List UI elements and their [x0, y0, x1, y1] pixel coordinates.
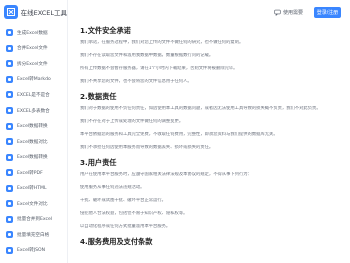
login-button[interactable]: 登录/注册 [314, 6, 341, 18]
paragraph: 以自动化程序或任何方式批量滥用本平台服务。 [80, 224, 171, 229]
sidebar-item[interactable]: 批量填充空白格 [0, 227, 67, 243]
sidebar-item[interactable]: Excel数据对比 [0, 134, 67, 150]
section-title: 3.用户责任 [80, 158, 117, 167]
paragraph: 使用服务从事任何违法违规活动。 [80, 185, 145, 190]
tool-icon [6, 122, 13, 130]
sidebar-menu: 生成Excel数据 合并Excel文件 拆分Excel文件 Excel转Mark… [0, 24, 67, 258]
sidebar-item[interactable]: Excel转PDF [0, 165, 67, 181]
sidebar-item[interactable]: 合并Excel文件 [0, 41, 67, 57]
sidebar-item-label: 拆分Excel文件 [17, 61, 48, 67]
tool-icon [6, 246, 13, 254]
paragraph: 本平台依据您的服务和工具完全免费，不收取任何费用，完整性，即须您资料与我们提供的… [80, 132, 278, 137]
tool-icon [6, 153, 13, 161]
sidebar-item-label: 生成Excel数据 [17, 30, 48, 36]
tool-icon [6, 184, 13, 192]
sidebar-item-label: Excel文件对比 [17, 201, 48, 207]
paragraph: 所有上传数据不会暂存服务器，请在1个小时内下载结果，否则文件将被删除完毕。 [80, 66, 238, 71]
tool-icon [6, 231, 13, 239]
section-data-responsibility: 2.数据责任 我们对于数据的使用不负任何责任，如因使用本工具的数据问题，或者因无… [80, 92, 340, 151]
sidebar-item[interactable]: Excel数据转换 [0, 149, 67, 165]
tool-icon [6, 200, 13, 208]
brand-name: 在线EXCEL工具 [20, 9, 67, 17]
section-title: 4.服务费用及支付条款 [80, 237, 153, 246]
excel-logo-icon [4, 5, 18, 19]
sidebar-item-label: Excel转JSON [17, 248, 46, 254]
sidebar-item-label: 批量填充空白格 [17, 232, 50, 238]
paragraph: 我们承诺，在服务过程中，我们对您上传的文件不做任何的研究，也不做任何的复制。 [80, 40, 244, 45]
sidebar-item[interactable]: Excel转Markdo [0, 72, 67, 88]
paragraph: 我们不承担任何因使用本服务而导致的数据丢失、损坏或损失的责任。 [80, 145, 214, 150]
feedback-label: 使用需要 [282, 9, 303, 16]
sidebar-item[interactable]: EXCEL多表数合 [0, 103, 67, 119]
sidebar-item-label: Excel转Markdo [17, 77, 51, 83]
tool-icon [6, 44, 13, 52]
sidebar-item[interactable]: Excel数据转换 [0, 118, 67, 134]
tool-icon [6, 60, 13, 68]
agreement-content: 1.文件安全承诺 我们承诺，在服务过程中，我们对您上传的文件不做任何的研究，也不… [80, 24, 340, 263]
chat-icon [274, 9, 281, 16]
paragraph: 侵犯他人合法权益，包括但不限于知识产权、隐私权等。 [80, 211, 188, 216]
sidebar-item[interactable]: Excel文件对比 [0, 196, 67, 212]
paragraph: 我们不存在读取您文件和滥用我数据中数据，数量根据数行问的记载。 [80, 53, 214, 58]
sidebar: 在线EXCEL工具 生成Excel数据 合并Excel文件 拆分Excel文件 … [0, 0, 68, 263]
sidebar-item[interactable]: 批量合并到Excel [0, 212, 67, 228]
section-title: 2.数据责任 [80, 92, 117, 101]
section-user-responsibility: 3.用户责任 用户在使用本平台服务时，应遵守国家相关法律法规及本协议的规定，不得… [80, 158, 340, 230]
sidebar-item-label: Excel转PDF [17, 170, 43, 176]
tool-icon [6, 29, 13, 37]
section-file-security: 1.文件安全承诺 我们承诺，在服务过程中，我们对您上传的文件不做任何的研究，也不… [80, 26, 340, 85]
sidebar-item-label: Excel数据转换 [17, 155, 48, 161]
tool-icon [6, 169, 13, 177]
sidebar-item-label: EXCEL多表数合 [17, 108, 50, 114]
sidebar-item-label: EXCEL是不是合 [17, 92, 50, 98]
paragraph: 我们不存在对于上传或处理的文件做任何的调整变更。 [80, 119, 184, 124]
tool-icon [6, 91, 13, 99]
sidebar-item-label: Excel数据对比 [17, 139, 48, 145]
brand[interactable]: 在线EXCEL工具 [0, 0, 67, 24]
sidebar-item[interactable]: Excel转JSON [0, 243, 67, 259]
sidebar-item-label: 批量合并到Excel [17, 217, 53, 223]
sidebar-item-label: Excel数据转换 [17, 124, 48, 130]
sidebar-item[interactable]: 生成Excel数据 [0, 25, 67, 41]
feedback-link[interactable]: 使用需要 [274, 9, 303, 16]
section-fees: 4.服务费用及支付条款 [80, 237, 340, 247]
tool-icon [6, 107, 13, 114]
paragraph: 用户在使用本平台服务时，应遵守国家相关法律法规及本协议的规定，不得从事下列行为： [80, 172, 252, 177]
paragraph: 我们对于数据的使用不负任何责任，如因使用本工具的数据问题，或者因无法使用工具导致… [80, 106, 321, 111]
sidebar-item[interactable]: Excel转HTML [0, 180, 67, 196]
sidebar-item-label: 合并Excel文件 [17, 46, 48, 52]
sidebar-item[interactable]: EXCEL是不是合 [0, 87, 67, 103]
paragraph: 我们不共享您的文件，也不会将您的文件信息用于任何人。 [80, 79, 192, 84]
paragraph: 干扰、破坏或试图干扰、破坏平台正常运行。 [80, 198, 166, 203]
tool-icon [6, 215, 13, 223]
tool-icon [6, 75, 13, 83]
sidebar-item-label: Excel转HTML [17, 186, 47, 192]
tool-icon [6, 138, 13, 146]
top-bar: 使用需要 登录/注册 [68, 0, 350, 24]
sidebar-item[interactable]: 拆分Excel文件 [0, 56, 67, 72]
section-title: 1.文件安全承诺 [80, 26, 131, 35]
